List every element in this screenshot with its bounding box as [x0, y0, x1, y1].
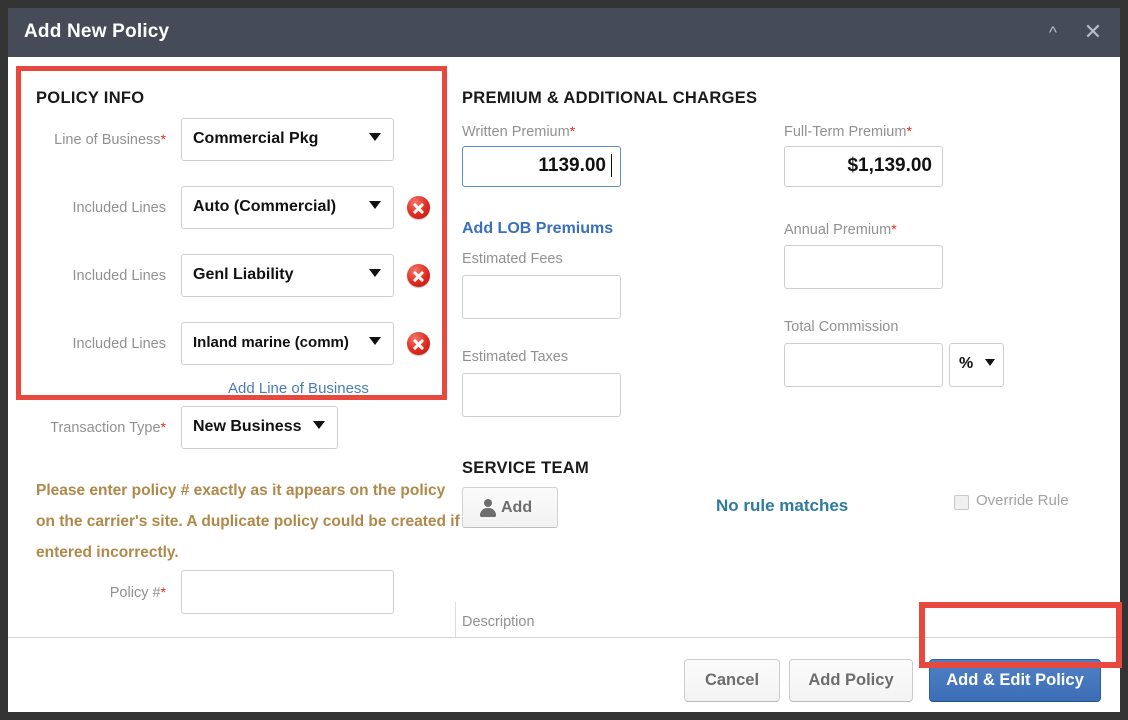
- chevron-down-icon: [313, 421, 325, 429]
- add-lob-premiums-link[interactable]: Add LOB Premiums: [462, 220, 613, 238]
- text-cursor: [611, 154, 613, 177]
- dialog-window: Add New Policy ^ ✕ POLICY INFO Line of B…: [0, 0, 1128, 720]
- transaction-type-select[interactable]: New Business: [181, 406, 338, 449]
- no-rule-matches-text: No rule matches: [716, 496, 848, 516]
- chevron-down-icon: [369, 269, 381, 277]
- full-term-premium-input[interactable]: $1,139.00: [784, 146, 943, 187]
- dialog-titlebar: Add New Policy ^ ✕: [8, 8, 1120, 57]
- chevron-down-icon: [369, 201, 381, 209]
- included-lines-label-1: Included Lines: [8, 199, 166, 216]
- policy-number-input[interactable]: [181, 570, 394, 614]
- person-icon: [480, 499, 495, 517]
- chevron-down-icon: [369, 133, 381, 141]
- column-divider: [455, 602, 456, 637]
- delete-included-line-3-icon[interactable]: [407, 332, 430, 355]
- estimated-fees-input[interactable]: [462, 275, 621, 319]
- written-premium-input[interactable]: 1139.00: [462, 146, 621, 187]
- estimated-taxes-label: Estimated Taxes: [462, 349, 568, 365]
- transaction-type-label: Transaction Type*: [8, 419, 166, 436]
- add-policy-button[interactable]: Add Policy: [789, 659, 913, 702]
- line-of-business-label: Line of Business*: [8, 131, 166, 148]
- delete-included-line-1-icon[interactable]: [407, 196, 430, 219]
- override-rule-checkbox[interactable]: [954, 495, 969, 510]
- service-team-heading: SERVICE TEAM: [462, 459, 589, 478]
- chevron-down-icon: [985, 359, 995, 366]
- annual-premium-label: Annual Premium*: [784, 221, 897, 238]
- total-commission-input[interactable]: [784, 343, 943, 387]
- estimated-taxes-input[interactable]: [462, 373, 621, 417]
- estimated-fees-label: Estimated Fees: [462, 251, 563, 267]
- add-service-team-button[interactable]: Add: [462, 487, 558, 528]
- add-line-of-business-link[interactable]: Add Line of Business: [228, 380, 369, 397]
- written-premium-label: Written Premium*: [462, 123, 575, 140]
- full-term-premium-label: Full-Term Premium*: [784, 123, 912, 140]
- premium-heading: PREMIUM & ADDITIONAL CHARGES: [462, 89, 757, 108]
- included-lines-label-3: Included Lines: [8, 335, 166, 352]
- line-of-business-select[interactable]: Commercial Pkg: [181, 118, 394, 161]
- add-and-edit-policy-button[interactable]: Add & Edit Policy: [929, 659, 1101, 702]
- included-lines-select-1[interactable]: Auto (Commercial): [181, 186, 394, 229]
- annual-premium-input[interactable]: [784, 245, 943, 289]
- policy-number-label: Policy #*: [8, 584, 166, 601]
- description-label: Description: [462, 614, 535, 630]
- policy-number-warning-text: Please enter policy # exactly as it appe…: [36, 475, 461, 568]
- close-icon[interactable]: ✕: [1080, 21, 1106, 47]
- override-rule-label: Override Rule: [976, 492, 1069, 509]
- included-lines-select-2[interactable]: Genl Liability: [181, 254, 394, 297]
- dialog-inner: Add New Policy ^ ✕ POLICY INFO Line of B…: [8, 8, 1120, 712]
- chevron-down-icon: [369, 337, 381, 345]
- included-lines-select-3[interactable]: Inland marine (comm): [181, 322, 394, 365]
- delete-included-line-2-icon[interactable]: [407, 264, 430, 287]
- total-commission-label: Total Commission: [784, 319, 898, 335]
- dialog-body: POLICY INFO Line of Business* Commercial…: [8, 57, 1120, 637]
- cancel-button[interactable]: Cancel: [684, 659, 780, 702]
- commission-unit-select[interactable]: %: [949, 343, 1004, 387]
- policy-info-heading: POLICY INFO: [36, 89, 144, 108]
- dialog-title: Add New Policy: [24, 21, 169, 43]
- dialog-footer: Cancel Add Policy Add & Edit Policy: [8, 638, 1120, 712]
- chevron-up-icon[interactable]: ^: [1040, 21, 1066, 47]
- included-lines-label-2: Included Lines: [8, 267, 166, 284]
